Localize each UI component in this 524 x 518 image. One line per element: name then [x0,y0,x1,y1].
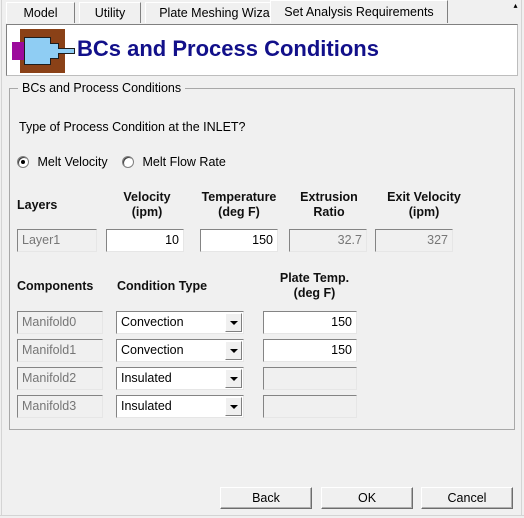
header-layers: Layers [17,198,58,212]
header-exit-velocity: Exit Velocity (ipm) [374,190,474,220]
header-components: Components [17,279,94,293]
header-plate-temp: Plate Temp. (deg F) [262,271,367,301]
field-component-name: Manifold0 [17,311,103,334]
header-velocity-line2: (ipm) [131,205,163,219]
header-velocity-line1: Velocity [123,190,171,204]
select-condition-type-value: Convection [121,343,184,357]
header-plate-temp-line1: Plate Temp. [279,271,350,285]
header-temperature-line1: Temperature [201,190,277,204]
chevron-down-icon[interactable] [225,341,242,360]
radio-melt-velocity-label: Melt Velocity [37,155,108,169]
select-condition-type-value: Insulated [121,399,172,413]
radio-melt-flow-rate-indicator[interactable] [122,156,134,168]
field-plate-temp [263,367,357,390]
field-plate-temp[interactable]: 150 [263,311,357,334]
application-window: Model Utility Plate Meshing Wizard Set A… [0,0,524,518]
header-plate-temp-line2: (deg F) [293,286,336,300]
page-banner: BCs and Process Conditions [6,24,518,76]
field-plate-temp[interactable]: 150 [263,339,357,362]
header-condition-type: Condition Type [117,279,208,293]
group-legend: BCs and Process Conditions [18,81,186,95]
header-extrusion-ratio: Extrusion Ratio [290,190,368,220]
header-temperature-line2: (deg F) [218,205,260,219]
tab-model[interactable]: Model [6,2,75,23]
window-edge-left [0,0,2,518]
cancel-button[interactable]: Cancel [421,487,513,509]
header-extrusion-ratio-line2: Ratio [313,205,345,219]
select-condition-type-value: Insulated [121,371,172,385]
radio-melt-flow-rate-label: Melt Flow Rate [142,155,226,169]
header-exit-velocity-line1: Exit Velocity [387,190,461,204]
field-component-name: Manifold3 [17,395,103,418]
select-condition-type[interactable]: Convection [116,311,244,334]
header-velocity: Velocity (ipm) [108,190,186,220]
icon-plug-body-shape [24,37,51,65]
field-component-name: Manifold2 [17,367,103,390]
field-exit-velocity: 327 [375,229,453,252]
radio-melt-flow-rate[interactable]: Melt Flow Rate [122,155,226,171]
select-condition-type[interactable]: Insulated [116,367,244,390]
field-component-name: Manifold1 [17,339,103,362]
header-extrusion-ratio-line1: Extrusion [300,190,358,204]
tab-set-analysis-requirements[interactable]: Set Analysis Requirements [270,0,448,23]
back-button[interactable]: Back [220,487,312,509]
chevron-down-icon[interactable] [225,313,242,332]
tab-utility[interactable]: Utility [79,2,141,23]
radio-melt-velocity[interactable]: Melt Velocity [17,155,108,171]
extrusion-die-icon [12,29,75,73]
icon-plug-stem-shape [58,48,75,54]
chevron-down-icon[interactable] [225,397,242,416]
header-exit-velocity-line2: (ipm) [408,205,440,219]
field-velocity[interactable]: 10 [106,229,184,252]
select-condition-type[interactable]: Insulated [116,395,244,418]
field-plate-temp [263,395,357,418]
radio-melt-velocity-indicator[interactable] [17,156,29,168]
field-layer-name: Layer1 [17,229,97,252]
select-condition-type-value: Convection [121,315,184,329]
header-temperature: Temperature (deg F) [192,190,286,220]
chevron-down-icon[interactable] [225,369,242,388]
ok-button[interactable]: OK [321,487,413,509]
inlet-condition-prompt: Type of Process Condition at the INLET? [19,120,246,134]
field-temperature[interactable]: 150 [200,229,278,252]
tab-bar: Model Utility Plate Meshing Wizard Set A… [0,0,524,23]
page-title: BCs and Process Conditions [77,36,379,61]
select-condition-type[interactable]: Convection [116,339,244,362]
field-extrusion-ratio: 32.7 [289,229,367,252]
